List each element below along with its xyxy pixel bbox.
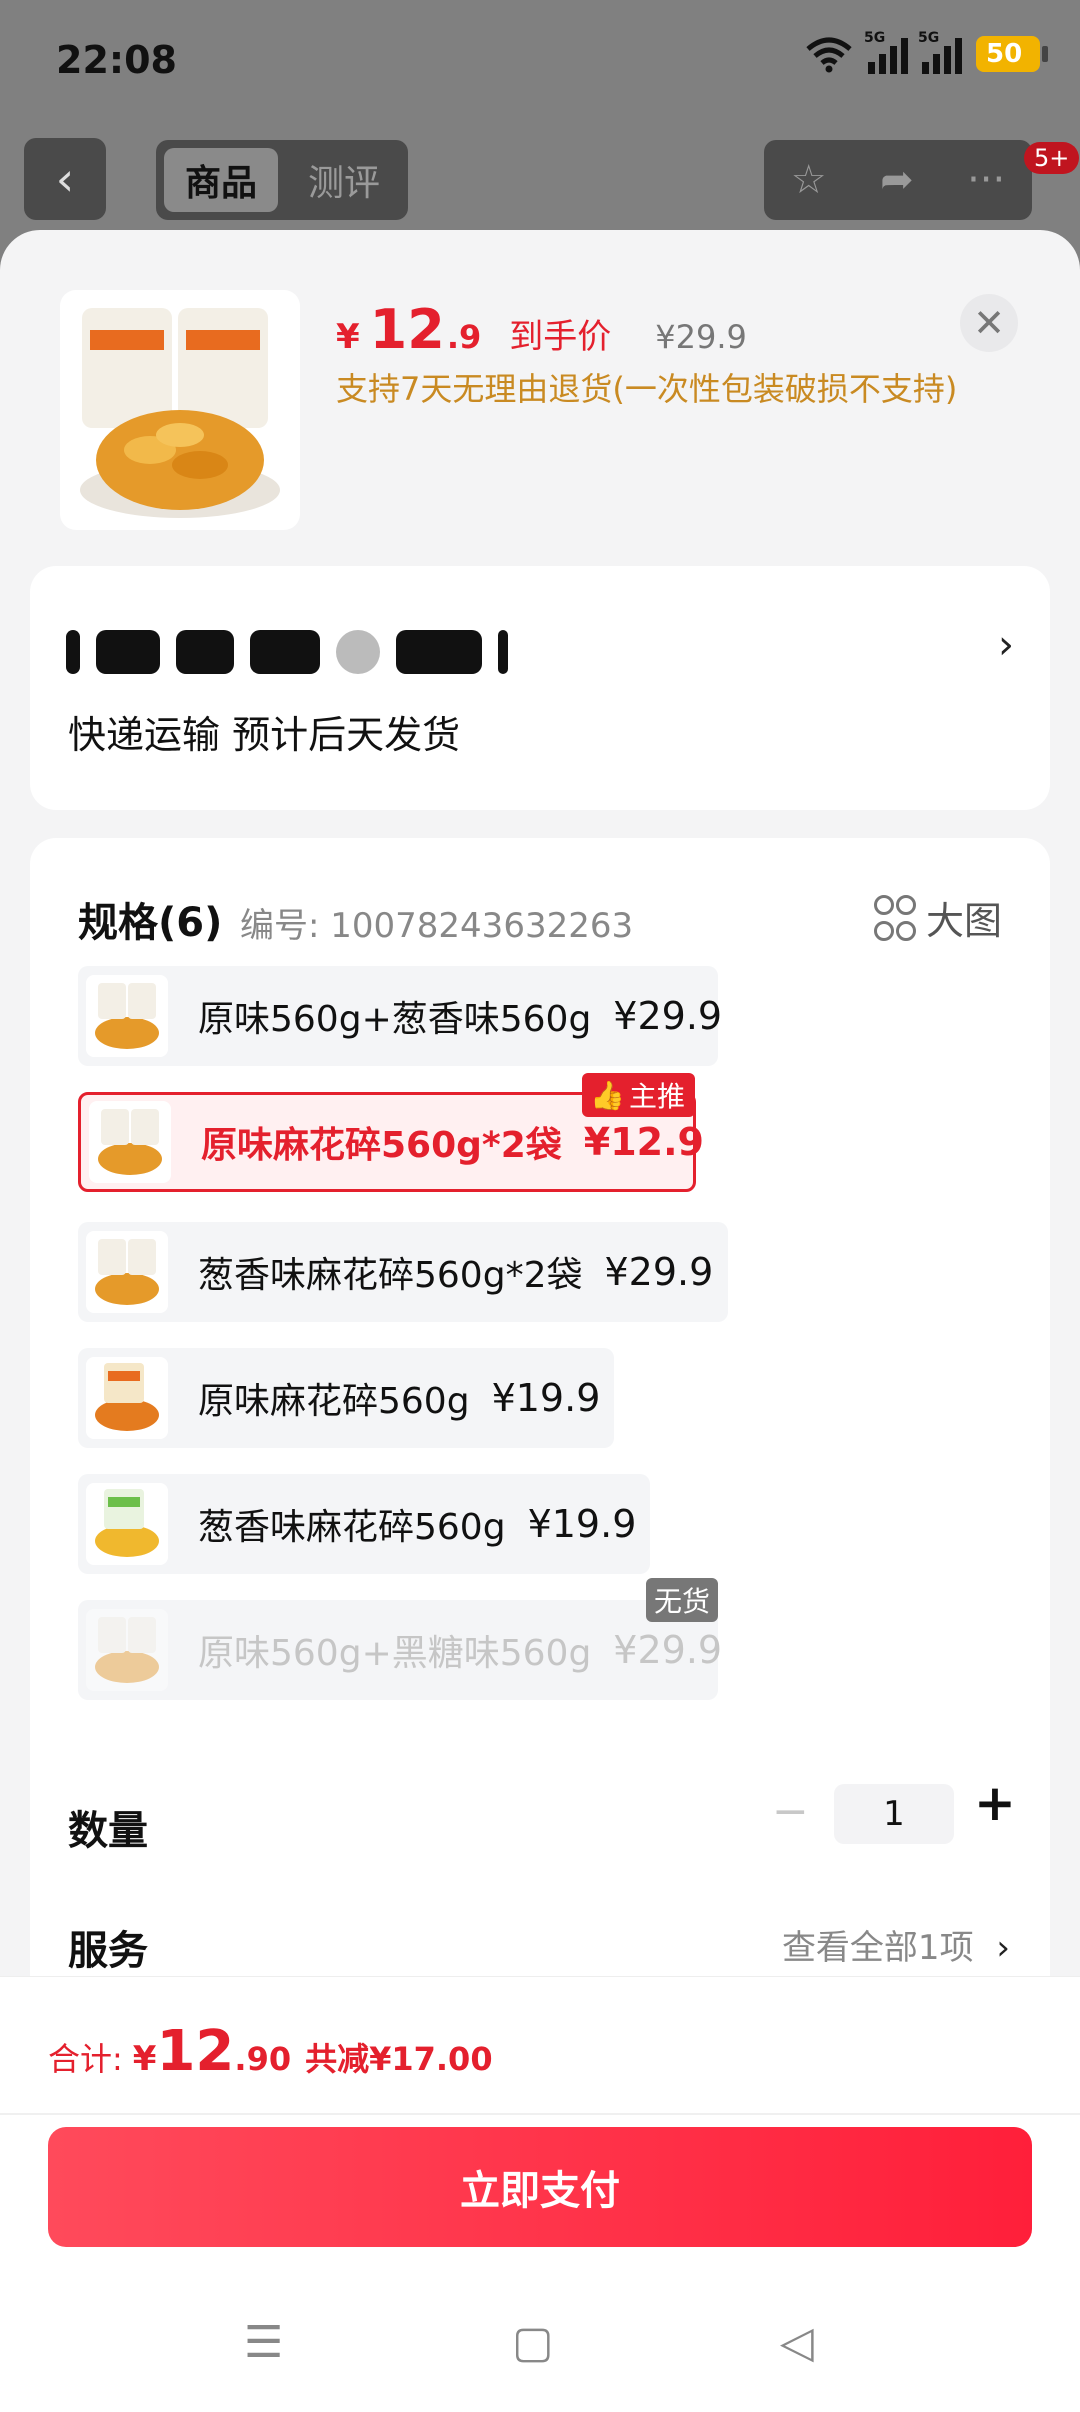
total-integer: 12: [156, 2019, 235, 2084]
return-policy: 支持7天无理由退货(一次性包装破损不支持): [336, 370, 958, 408]
spec-option-4[interactable]: 原味麻花碎560g ¥19.9: [78, 1348, 614, 1448]
spec-option-6-disabled[interactable]: 原味560g+黑糖味560g ¥29.9 无货: [78, 1578, 722, 1700]
spec-option-2-selected[interactable]: 原味麻花碎560g*2袋 ¥12.9 👍 主推: [78, 1073, 704, 1192]
status-time: 22:08: [56, 38, 177, 82]
spec-code: 编号: 10078243632263: [240, 906, 634, 946]
spec-card: 规格(6) 编号: 10078243632263 大图 原味560g+葱香味56…: [30, 838, 1050, 1998]
price-currency: ¥: [336, 317, 360, 357]
product-image[interactable]: [60, 290, 300, 530]
close-icon: ✕: [973, 301, 1005, 345]
option-price: ¥12.9: [583, 1120, 704, 1164]
recommend-tag-label: 主推: [628, 1080, 685, 1113]
divider: [0, 2113, 1080, 2115]
quantity-label: 数量: [68, 1808, 148, 1854]
tab-review[interactable]: 测评: [290, 148, 398, 212]
plus-icon[interactable]: +: [974, 1774, 1016, 1832]
star-icon[interactable]: ☆: [791, 157, 827, 203]
close-button[interactable]: ✕: [960, 294, 1018, 352]
sku-sheet: ¥ 12 .9 到手价 ¥29.9 支持7天无理由退货(一次性包装破损不支持) …: [0, 230, 1080, 2412]
option-thumbnail: [86, 975, 168, 1057]
big-view-label: 大图: [925, 899, 1002, 943]
original-price: ¥29.9: [655, 318, 747, 356]
network-type-2: 5G: [918, 30, 940, 46]
wifi-icon: [806, 37, 852, 73]
quantity-input[interactable]: 1: [834, 1784, 954, 1844]
discount-amount: 共减¥17.00: [305, 2040, 493, 2078]
checkout-footer: 合计: ¥ 12 .90 共减¥17.00 立即支付 ☰ ▢ ◁: [0, 1976, 1080, 2412]
option-label: 原味麻花碎560g*2袋: [201, 1125, 562, 1166]
price-decimal: .9: [446, 318, 482, 356]
option-thumbnail: [89, 1101, 171, 1183]
spec-option-3[interactable]: 葱香味麻花碎560g*2袋 ¥29.9: [78, 1222, 728, 1322]
total-decimal: .90: [234, 2040, 292, 2078]
thumbs-up-icon: 👍: [590, 1078, 625, 1112]
price-note: 到手价: [509, 317, 612, 357]
home-icon[interactable]: ▢: [512, 2317, 554, 2368]
message-badge: 5+: [1024, 142, 1080, 174]
signal-icon-2: 5G: [918, 30, 962, 74]
action-group: ☆ ➦ ···: [764, 140, 1032, 220]
total-price: 合计: ¥ 12 .90 共减¥17.00: [48, 2019, 493, 2084]
minus-icon[interactable]: −: [772, 1786, 809, 1837]
system-nav-bar: ☰ ▢ ◁: [0, 2317, 1080, 2397]
spec-title: 规格(6): [78, 900, 223, 946]
service-link[interactable]: 查看全部1项 ›: [782, 1920, 1010, 1969]
option-price: ¥19.9: [527, 1502, 637, 1546]
back-button[interactable]: ‹: [24, 138, 106, 220]
back-arrow-icon: ‹: [55, 152, 75, 206]
option-price: ¥19.9: [491, 1376, 601, 1420]
service-label: 服务: [68, 1928, 148, 1974]
spec-option-5[interactable]: 葱香味麻花碎560g ¥19.9: [78, 1474, 650, 1574]
product-photo: [80, 308, 280, 518]
chevron-right-icon: ›: [996, 1928, 1010, 1968]
option-thumbnail: [86, 1231, 168, 1313]
option-thumbnail: [86, 1609, 168, 1691]
service-link-label: 查看全部1项: [781, 1928, 974, 1968]
chevron-right-icon: ›: [998, 622, 1014, 668]
recommend-tag: 👍 主推: [582, 1073, 695, 1117]
top-nav: ‹ 商品 测评 ☆ ➦ ··· 5+: [0, 138, 1080, 228]
big-view-button[interactable]: 大图: [873, 890, 1002, 945]
out-of-stock-tag: 无货: [645, 1578, 718, 1622]
pay-now-button[interactable]: 立即支付: [48, 2127, 1032, 2247]
price-integer: 12: [369, 298, 445, 361]
spec-option-1[interactable]: 原味560g+葱香味560g ¥29.9: [78, 966, 722, 1066]
option-label: 葱香味麻花碎560g: [198, 1507, 506, 1548]
total-currency: ¥: [132, 2039, 157, 2079]
network-type-1: 5G: [864, 30, 886, 46]
share-icon[interactable]: ➦: [880, 157, 914, 203]
option-price: ¥29.9: [604, 1250, 714, 1294]
more-icon[interactable]: ···: [967, 157, 1005, 203]
option-label: 原味560g+葱香味560g: [198, 999, 592, 1040]
price-row: ¥ 12 .9 到手价 ¥29.9: [336, 298, 747, 361]
option-price: ¥29.9: [613, 994, 723, 1038]
option-thumbnail: [86, 1357, 168, 1439]
address-redacted: [66, 626, 508, 678]
address-card[interactable]: › 快递运输 预计后天发货: [30, 566, 1050, 810]
option-label: 葱香味麻花碎560g*2袋: [198, 1255, 583, 1296]
signal-icon-1: 5G: [864, 30, 908, 74]
back-icon[interactable]: ◁: [780, 2317, 814, 2368]
status-icons: 5G 5G 50: [804, 30, 1048, 74]
battery-level: 50: [986, 39, 1023, 69]
tab-switch: 商品 测评: [156, 140, 408, 220]
grid-icon: [873, 894, 916, 941]
battery-icon: 50: [976, 36, 1048, 72]
status-bar: 22:08 5G 5G 50: [0, 0, 1080, 120]
tab-product[interactable]: 商品: [164, 148, 278, 212]
option-label: 原味560g+黑糖味560g: [198, 1633, 592, 1674]
option-thumbnail: [86, 1483, 168, 1565]
option-price: ¥29.9: [613, 1628, 723, 1672]
total-label: 合计:: [48, 2040, 123, 2078]
option-label: 原味麻花碎560g: [198, 1381, 470, 1422]
shipping-info: 快递运输 预计后天发货: [68, 713, 461, 757]
menu-icon[interactable]: ☰: [244, 2317, 283, 2368]
